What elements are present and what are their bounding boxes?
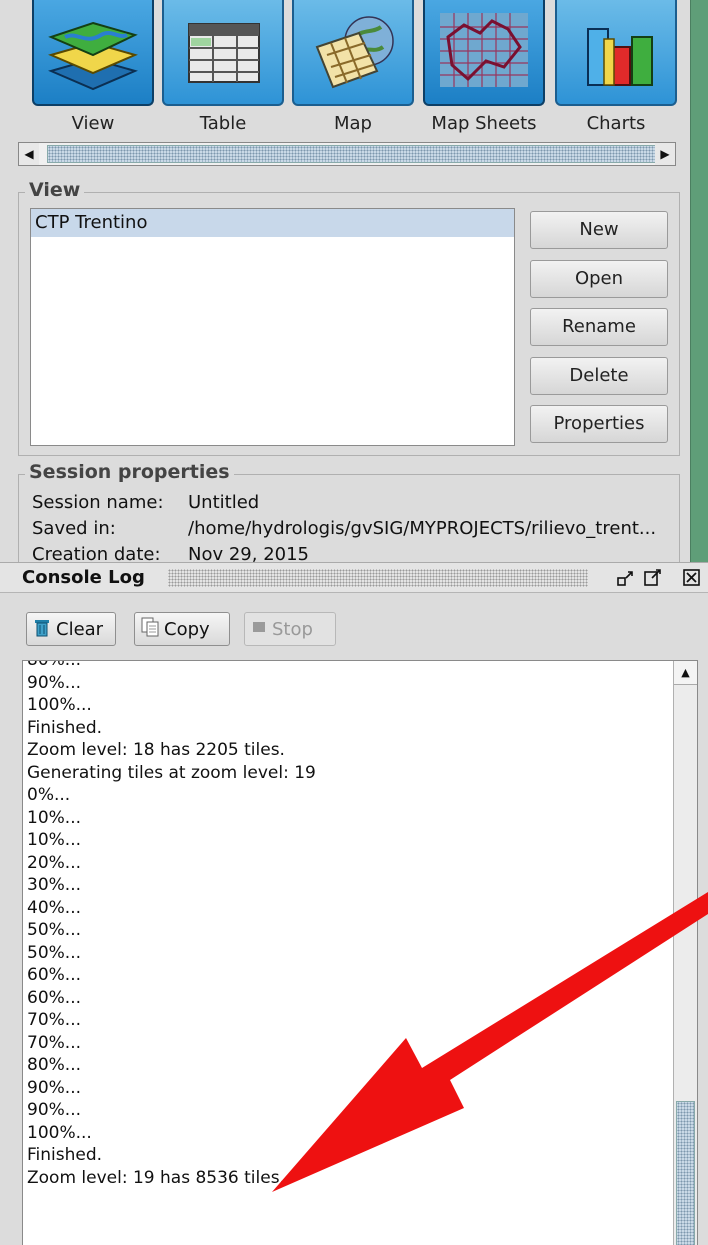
saved-in-value: /home/hydrologis/gvSIG/MYPROJECTS/riliev… (188, 518, 657, 539)
log-line: 50%... (27, 920, 81, 940)
stop-button[interactable]: Stop (244, 612, 336, 646)
session-name-row: Session name: Untitled (32, 492, 259, 513)
project-manager-panel: View Table Map Map Sheets Charts ◀ ▶ Vie… (0, 0, 690, 584)
session-name-label: Session name: (32, 492, 164, 513)
doc-type-map[interactable]: Map (292, 0, 414, 140)
log-line: Zoom level: 18 has 2205 tiles. (27, 740, 285, 760)
log-line: Finished. (27, 1145, 103, 1165)
saved-in-label: Saved in: (32, 518, 116, 539)
minimize-icon[interactable] (616, 568, 636, 588)
layers-icon (32, 0, 154, 106)
console-title: Console Log (22, 567, 145, 588)
new-button[interactable]: New (530, 211, 668, 249)
log-line: Generating tiles at zoom level: 19 (27, 762, 316, 783)
scroll-right-icon[interactable]: ▶ (655, 143, 675, 165)
maximize-icon[interactable] (643, 568, 663, 588)
rename-button[interactable]: Rename (530, 308, 668, 346)
clear-button[interactable]: Clear (26, 612, 116, 646)
log-line: 10%... (27, 830, 81, 850)
log-line: Finished. (27, 717, 103, 738)
doc-type-label: Map (334, 113, 372, 134)
doc-type-table[interactable]: Table (162, 0, 284, 140)
close-icon[interactable] (682, 568, 702, 588)
log-line: 90%... (27, 1100, 81, 1120)
doc-type-label: Charts (586, 113, 646, 134)
log-line: 100%... (27, 695, 92, 715)
scroll-up-icon[interactable]: ▲ (674, 661, 697, 685)
doc-type-scrollbar[interactable]: ◀ ▶ (18, 142, 676, 166)
copy-label: Copy (164, 618, 210, 640)
stop-label: Stop (272, 618, 313, 640)
saved-in-row: Saved in: /home/hydrologis/gvSIG/MYPROJEC… (32, 518, 656, 539)
console-log-window: Console Log Clear Copy Stop 80%... 90%..… (0, 562, 708, 1245)
log-line: 40%... (27, 897, 81, 918)
map-sheets-icon (423, 0, 545, 106)
bar-chart-icon (555, 0, 677, 106)
list-item[interactable]: CTP Trentino (31, 209, 514, 237)
scroll-left-icon[interactable]: ◀ (19, 143, 39, 165)
log-line: 100%... (27, 1122, 92, 1143)
log-line: 70%... (27, 1010, 81, 1030)
trash-icon (33, 617, 51, 642)
stop-icon (251, 619, 267, 640)
log-line: 60%... (27, 987, 81, 1008)
open-button[interactable]: Open (530, 260, 668, 298)
log-line: 20%... (27, 852, 81, 873)
log-line: 90%... (27, 1077, 81, 1098)
view-group-title: View (25, 179, 85, 201)
session-properties-title: Session properties (25, 461, 234, 483)
log-line: 10%... (27, 807, 81, 828)
background-window-strip (690, 0, 708, 562)
log-line: 50%... (27, 942, 81, 963)
properties-button[interactable]: Properties (530, 405, 668, 443)
log-scrollbar[interactable]: ▲ (673, 661, 697, 1245)
copy-button[interactable]: Copy (134, 612, 230, 646)
doc-type-label: Map Sheets (431, 113, 537, 134)
session-name-value: Untitled (188, 492, 260, 513)
log-line: 80%... (27, 660, 81, 670)
table-icon (162, 0, 284, 106)
console-title-bar[interactable]: Console Log (0, 563, 708, 593)
map-icon (292, 0, 414, 106)
log-line: 80%... (27, 1055, 81, 1075)
copy-icon (141, 617, 159, 642)
doc-type-map-sheets[interactable]: Map Sheets (423, 0, 545, 140)
doc-type-label: View (71, 113, 115, 134)
log-line: 60%... (27, 965, 81, 985)
doc-type-view[interactable]: View (32, 0, 154, 140)
log-line: Zoom level: 19 has 8536 tiles. (27, 1167, 285, 1188)
doc-type-label: Table (199, 113, 247, 134)
clear-label: Clear (56, 618, 104, 640)
log-line: 0%... (27, 785, 71, 805)
title-bar-grip (168, 569, 588, 587)
log-lines: 80%... 90%... 100%... Finished. Zoom lev… (27, 660, 667, 1189)
log-line: 90%... (27, 672, 81, 693)
log-scrollbar-thumb[interactable] (676, 1101, 695, 1245)
scrollbar-thumb[interactable] (47, 145, 659, 163)
log-line: 30%... (27, 875, 81, 895)
delete-button[interactable]: Delete (530, 357, 668, 395)
console-log-text[interactable]: 80%... 90%... 100%... Finished. Zoom lev… (22, 660, 698, 1245)
log-line: 70%... (27, 1032, 81, 1053)
doc-type-charts[interactable]: Charts (555, 0, 677, 140)
view-list[interactable]: CTP Trentino (30, 208, 515, 446)
